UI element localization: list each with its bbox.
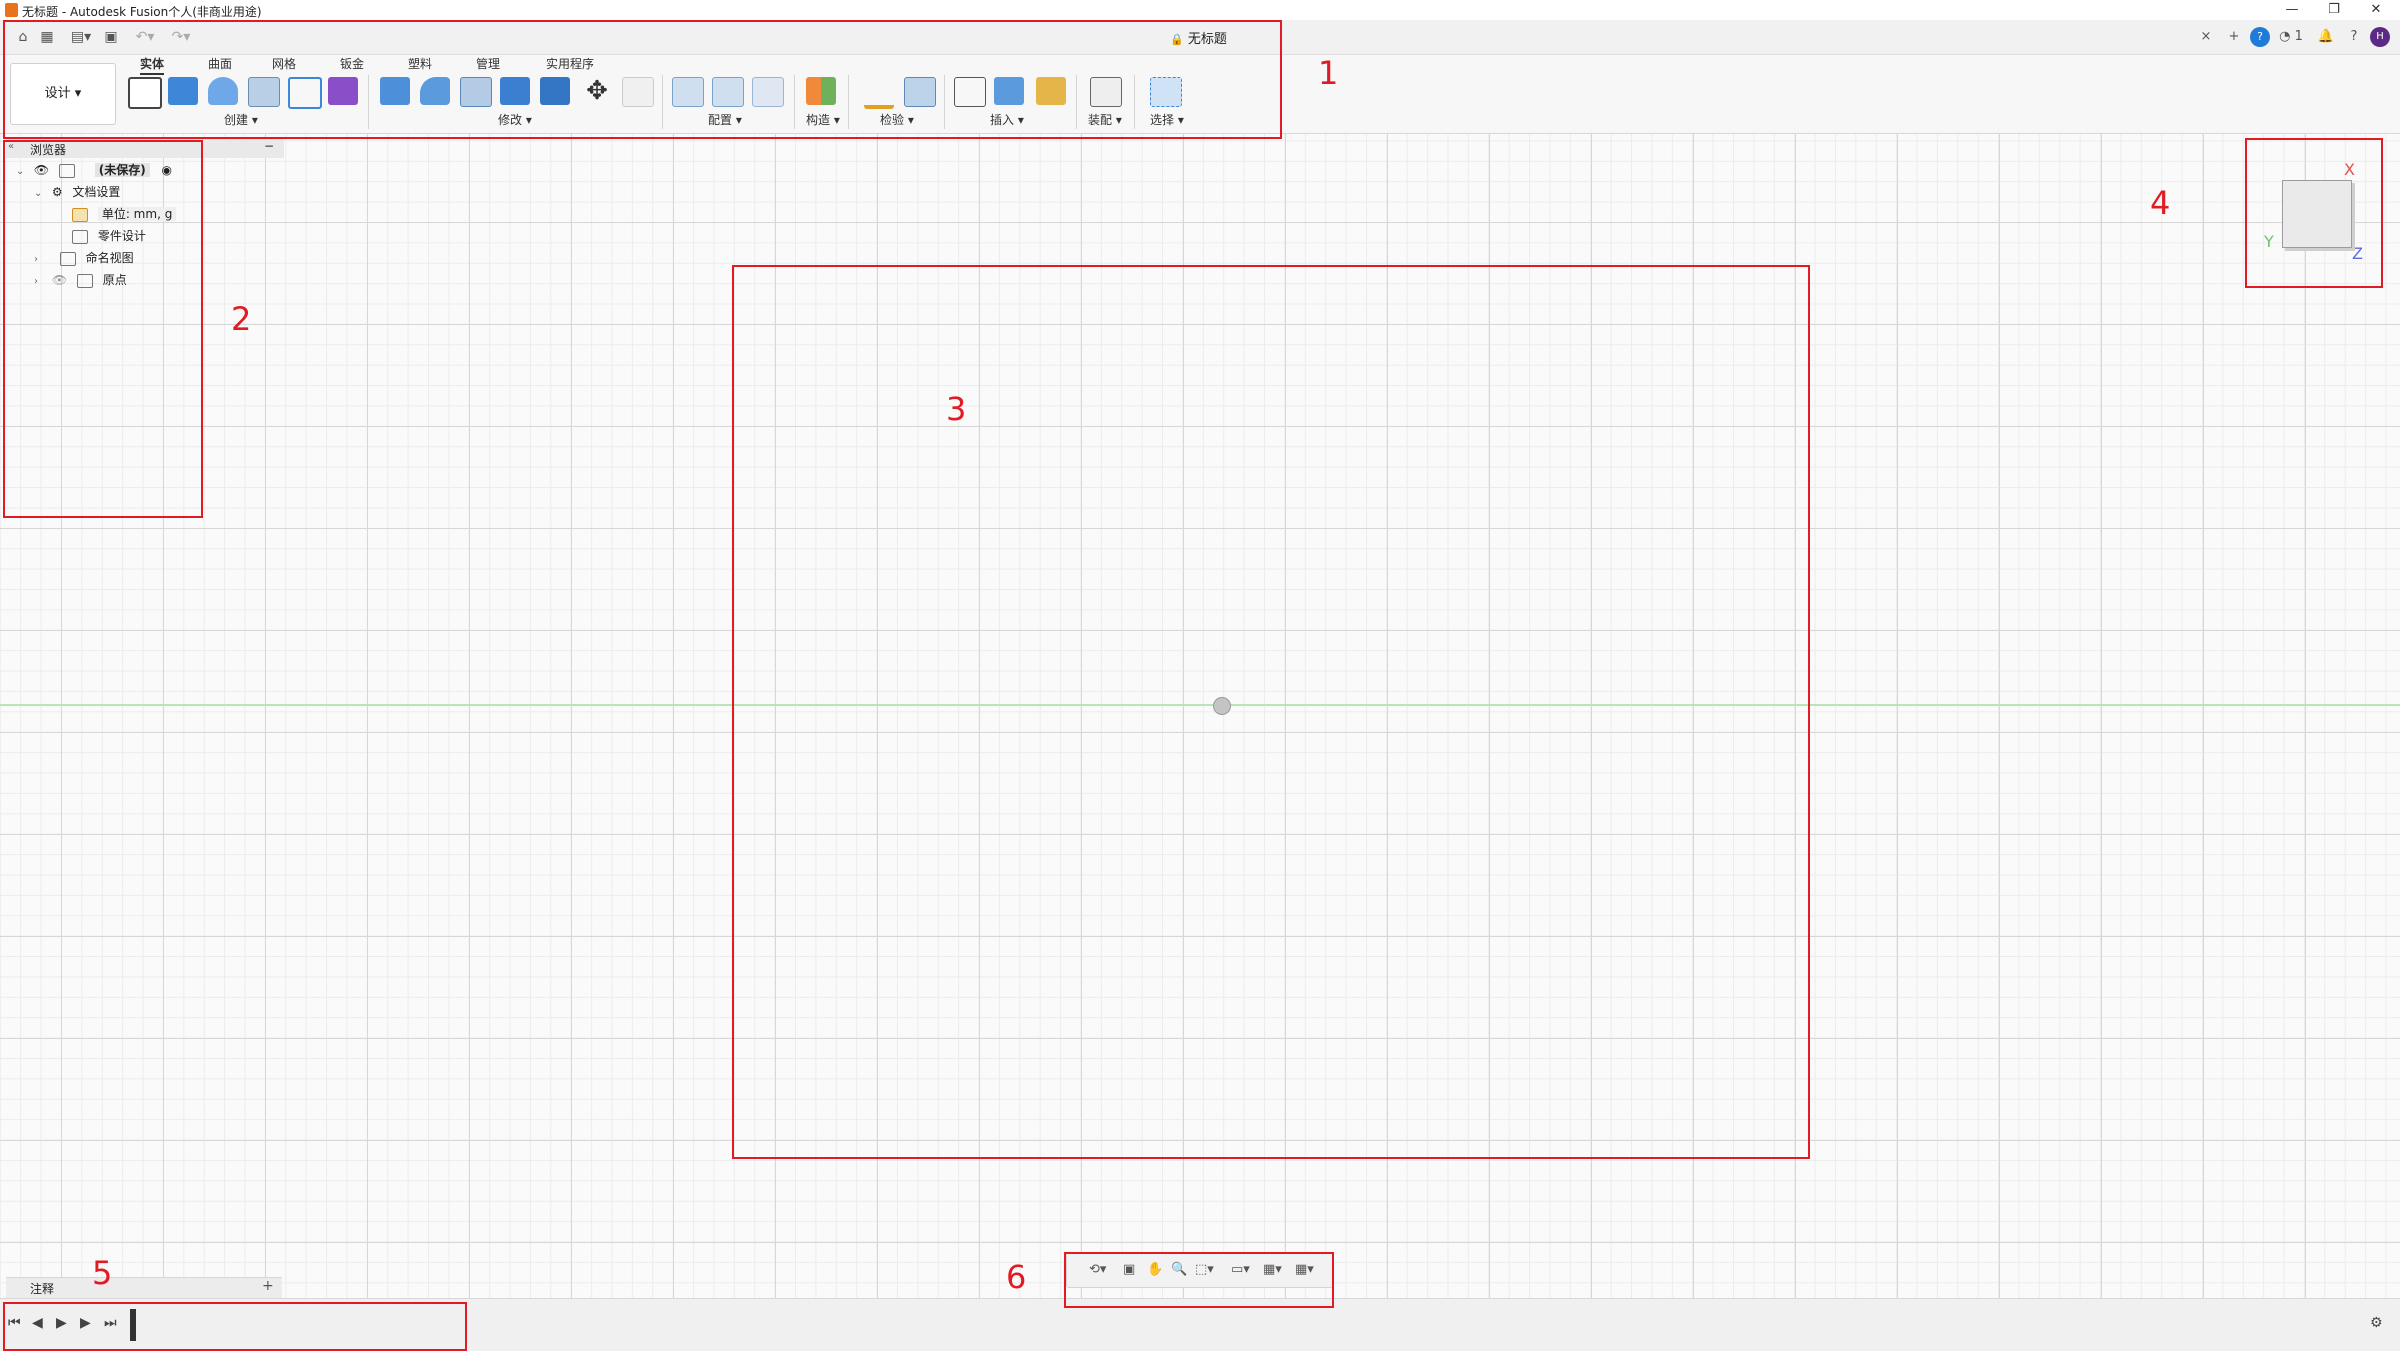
job-count: 1 bbox=[2294, 29, 2303, 44]
avatar[interactable]: H bbox=[2370, 27, 2390, 47]
close-tab-icon[interactable]: × bbox=[2196, 27, 2216, 47]
window-title: 无标题 - Autodesk Fusion个人(非商业用途) bbox=[22, 5, 262, 19]
close-button[interactable]: ✕ bbox=[2358, 0, 2394, 20]
extensions-icon[interactable]: ? bbox=[2250, 27, 2270, 47]
annotation-number-6: 6 bbox=[1006, 1258, 1027, 1296]
comments-label: 注释 bbox=[30, 1282, 55, 1296]
annotation-number-2: 2 bbox=[231, 300, 252, 338]
annotation-box-3 bbox=[732, 265, 1810, 1159]
new-tab-icon[interactable]: + bbox=[2224, 27, 2244, 47]
help-icon[interactable]: ? bbox=[2344, 27, 2364, 47]
title-bar: 无标题 - Autodesk Fusion个人(非商业用途) — ❐ ✕ bbox=[0, 0, 2400, 21]
comments-panel[interactable]: 注释 + bbox=[6, 1277, 282, 1298]
job-status-icon[interactable]: ◔ 1 bbox=[2274, 27, 2308, 47]
gear-icon[interactable]: ⚙ bbox=[2370, 1315, 2383, 1331]
maximize-button[interactable]: ❐ bbox=[2316, 0, 2352, 20]
minimize-button[interactable]: — bbox=[2274, 0, 2310, 20]
minimize-browser-icon[interactable]: − bbox=[264, 139, 274, 153]
annotation-box-4 bbox=[2245, 138, 2383, 288]
annotation-number-5: 5 bbox=[92, 1254, 113, 1292]
fusion-app-icon bbox=[5, 3, 18, 17]
annotation-number-4: 4 bbox=[2150, 184, 2171, 222]
annotation-box-2 bbox=[3, 140, 203, 518]
annotation-number-1: 1 bbox=[1318, 54, 1339, 92]
notifications-icon[interactable]: 🔔 bbox=[2316, 27, 2336, 47]
annotation-box-1 bbox=[3, 20, 1282, 139]
annotation-box-6 bbox=[1064, 1252, 1334, 1308]
annotation-box-5 bbox=[3, 1302, 467, 1351]
add-comment-icon[interactable]: + bbox=[262, 1278, 274, 1294]
annotation-number-3: 3 bbox=[946, 390, 967, 428]
